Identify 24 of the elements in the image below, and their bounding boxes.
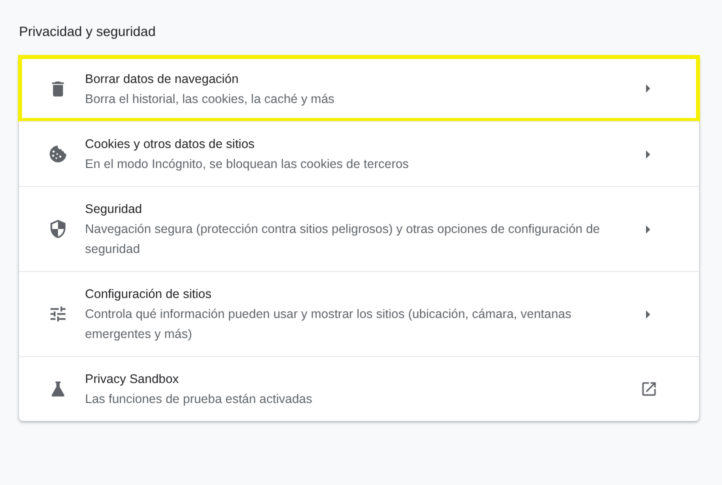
row-title: Configuración de sitios [85,286,212,303]
arrow-right-icon [646,150,651,158]
arrow-right-icon [646,224,651,234]
settings-row[interactable]: Seguridad Navegación segura (protección contra sitios peligrosos) y otras opciones de configuración de seguridad [19,186,699,271]
section-title: Privacidad y seguridad [19,24,157,39]
settings-row[interactable]: Borrar datos de navegación Borra el historial, las cookies, la caché y más [19,56,699,121]
settings-row[interactable]: Cookies y otros datos de sitios En el modo Incógnito, se bloquean las cookies de terceros [19,121,699,186]
settings-row[interactable]: Privacy Sandbox Las funciones de prueba están activadas [19,356,699,421]
shield-icon [48,219,68,239]
external-link-icon [640,380,658,398]
arrow-right-icon [646,310,651,318]
row-title: Borrar datos de navegación [85,70,240,88]
arrow-right-icon [646,84,651,93]
row-title: Privacy Sandbox [85,371,180,388]
settings-row[interactable]: Configuración de sitios Controla qué información pueden usar y mostrar los sitios (ubicación, cámara, ventanas emergentes y más) [19,271,699,356]
row-description: En el modo Incógnito, se bloquean las cookies de terceros [85,156,410,173]
row-description: Borra el historial, las cookies, la caché y más [85,90,336,108]
row-title: Seguridad [85,201,143,218]
row-description: Navegación segura (protección contra sitios peligrosos) y otras opciones de configuración de seguridad [85,221,601,258]
cookie-icon [48,144,68,164]
row-description: Las funciones de prueba están activadas [85,391,314,408]
row-title: Cookies y otros datos de sitios [85,136,256,153]
sliders-icon [48,304,68,324]
row-description: Controla qué información pueden usar y mostrar los sitios (ubicación, cámara, ventanas emergentes y más) [85,306,572,343]
